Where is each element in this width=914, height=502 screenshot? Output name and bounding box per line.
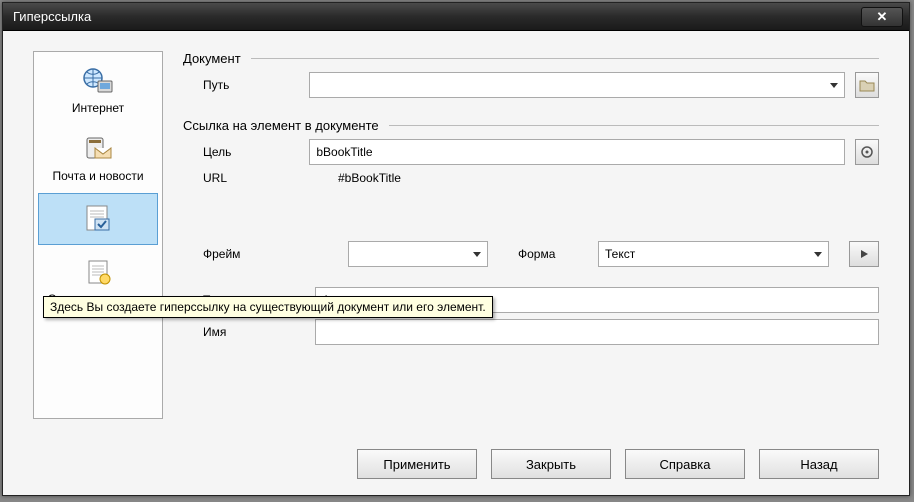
apply-button[interactable]: Применить bbox=[357, 449, 477, 479]
frame-label: Фрейм bbox=[203, 247, 338, 261]
main-panel: Документ Путь Ссылка на элемент в доку bbox=[163, 31, 909, 439]
sidebar-item-mail[interactable]: Почта и новости bbox=[38, 124, 158, 190]
group-link: Ссылка на элемент в документе Цель URL #… bbox=[183, 118, 879, 191]
close-window-button[interactable]: ✕ bbox=[861, 7, 903, 27]
events-button[interactable] bbox=[849, 241, 879, 267]
target-input[interactable] bbox=[309, 139, 845, 165]
url-value: #bBookTitle bbox=[338, 171, 401, 185]
sidebar-item-label: Почта и новости bbox=[52, 169, 143, 183]
dialog-footer: Применить Закрыть Справка Назад bbox=[3, 439, 909, 495]
mail-icon bbox=[80, 133, 116, 165]
back-button[interactable]: Назад bbox=[759, 449, 879, 479]
hyperlink-dialog: Гиперссылка ✕ Интернет bbox=[2, 2, 910, 496]
chevron-down-icon bbox=[814, 252, 822, 257]
form-combo[interactable]: Текст bbox=[598, 241, 829, 267]
name-input[interactable] bbox=[315, 319, 879, 345]
titlebar: Гиперссылка ✕ bbox=[3, 3, 909, 31]
tooltip: Здесь Вы создаете гиперссылку на существ… bbox=[43, 296, 493, 318]
browse-button[interactable] bbox=[855, 72, 879, 98]
form-label: Форма bbox=[518, 247, 588, 261]
group-other: Фрейм Форма Текст bbox=[183, 235, 879, 351]
sidebar-item-label: Интернет bbox=[72, 101, 124, 115]
path-label: Путь bbox=[203, 78, 309, 92]
target-label: Цель bbox=[203, 145, 309, 159]
new-document-icon bbox=[80, 256, 116, 288]
sidebar-item-internet[interactable]: Интернет bbox=[38, 56, 158, 122]
group-title-document: Документ bbox=[183, 51, 879, 66]
name-label: Имя bbox=[203, 325, 315, 339]
globe-icon bbox=[80, 65, 116, 97]
document-link-icon bbox=[80, 202, 116, 234]
sidebar-item-document[interactable] bbox=[38, 193, 158, 245]
close-icon: ✕ bbox=[877, 9, 888, 25]
chevron-down-icon bbox=[830, 83, 838, 88]
chevron-down-icon bbox=[473, 252, 481, 257]
frame-combo[interactable] bbox=[348, 241, 488, 267]
form-value: Текст bbox=[605, 247, 635, 261]
category-sidebar: Интернет Почта и новости bbox=[33, 51, 163, 419]
help-button[interactable]: Справка bbox=[625, 449, 745, 479]
close-button[interactable]: Закрыть bbox=[491, 449, 611, 479]
target-picker-button[interactable] bbox=[855, 139, 879, 165]
group-document: Документ Путь bbox=[183, 51, 879, 104]
url-label: URL bbox=[203, 171, 338, 185]
window-title: Гиперссылка bbox=[9, 9, 861, 24]
play-icon bbox=[859, 249, 869, 259]
path-combo[interactable] bbox=[309, 72, 845, 98]
dialog-body: Интернет Почта и новости bbox=[3, 31, 909, 439]
folder-icon bbox=[859, 78, 875, 92]
target-icon bbox=[860, 145, 874, 159]
group-title-link: Ссылка на элемент в документе bbox=[183, 118, 879, 133]
